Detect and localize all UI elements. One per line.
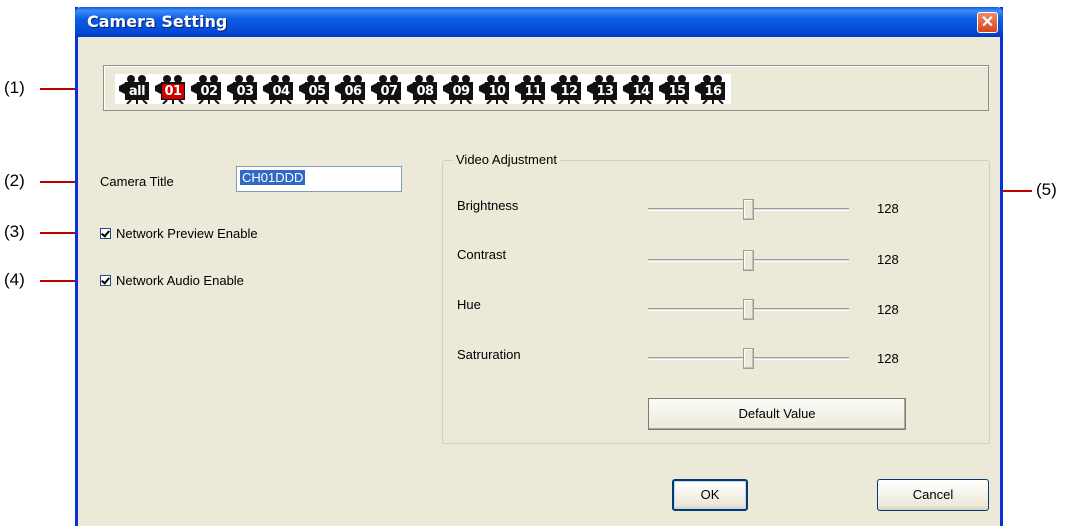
camera-button-13[interactable]: 13 xyxy=(585,74,621,104)
camera-title-label: Camera Title xyxy=(100,174,174,189)
camera-number: 10 xyxy=(486,84,508,99)
hue-value: 128 xyxy=(877,302,899,317)
camera-number: 16 xyxy=(702,84,724,99)
camera-number: 14 xyxy=(630,84,652,99)
camera-button-16[interactable]: 16 xyxy=(693,74,729,104)
camera-button-11[interactable]: 11 xyxy=(513,74,549,104)
camera-button-01[interactable]: 01 xyxy=(153,74,189,104)
camera-button-14[interactable]: 14 xyxy=(621,74,657,104)
camera-button-02[interactable]: 02 xyxy=(189,74,225,104)
contrast-slider-thumb[interactable] xyxy=(743,250,754,271)
network-audio-checkbox[interactable] xyxy=(100,275,111,286)
camera-number: 03 xyxy=(234,84,256,99)
network-preview-checkbox[interactable] xyxy=(100,228,111,239)
brightness-label: Brightness xyxy=(457,198,519,213)
camera-button-12[interactable]: 12 xyxy=(549,74,585,104)
network-preview-label: Network Preview Enable xyxy=(116,226,258,241)
camera-button-08[interactable]: 08 xyxy=(405,74,441,104)
hue-slider-thumb[interactable] xyxy=(743,299,754,320)
brightness-slider-thumb[interactable] xyxy=(743,199,754,220)
brightness-value: 128 xyxy=(877,201,899,216)
title-bar[interactable]: Camera Setting ✕ xyxy=(75,7,1003,37)
camera-button-all[interactable]: all xyxy=(117,74,153,104)
camera-number: 01 xyxy=(162,84,184,99)
camera-number: 08 xyxy=(414,84,436,99)
close-button[interactable]: ✕ xyxy=(977,12,998,33)
camera-number: 02 xyxy=(198,84,220,99)
camera-button-06[interactable]: 06 xyxy=(333,74,369,104)
camera-button-09[interactable]: 09 xyxy=(441,74,477,104)
camera-number: 09 xyxy=(450,84,472,99)
cancel-button[interactable]: Cancel xyxy=(877,479,989,511)
camera-button-05[interactable]: 05 xyxy=(297,74,333,104)
camera-number: 07 xyxy=(378,84,400,99)
camera-number: 13 xyxy=(594,84,616,99)
contrast-value: 128 xyxy=(877,252,899,267)
hue-label: Hue xyxy=(457,297,481,312)
network-audio-checkbox-row[interactable]: Network Audio Enable xyxy=(100,273,244,288)
callout-4: (4) xyxy=(4,270,25,289)
camera-number: 15 xyxy=(666,84,688,99)
camera-selector-panel: all 01 02 03 04 05 06 07 08 09 10 11 12 13 14 15 16 xyxy=(103,65,989,111)
video-adjustment-group: Video Adjustment Brightness 128 Contrast… xyxy=(442,152,990,444)
window-title: Camera Setting xyxy=(87,12,228,31)
saturation-value: 128 xyxy=(877,351,899,366)
callout-5: (5) xyxy=(1036,180,1057,199)
camera-setting-dialog: Camera Setting ✕ all 01 02 03 04 05 06 07 08 09 10… xyxy=(75,7,1003,526)
camera-button-15[interactable]: 15 xyxy=(657,74,693,104)
camera-title-input[interactable]: CH01DDD xyxy=(236,166,402,192)
callout-2: (2) xyxy=(4,171,25,190)
camera-number: 06 xyxy=(342,84,364,99)
saturation-label: Satruration xyxy=(457,347,521,362)
camera-button-04[interactable]: 04 xyxy=(261,74,297,104)
camera-list: all 01 02 03 04 05 06 07 08 09 10 11 12 13 14 15 16 xyxy=(115,74,731,104)
default-value-button[interactable]: Default Value xyxy=(648,398,906,430)
callout-1: (1) xyxy=(4,78,25,97)
camera-number: 04 xyxy=(270,84,292,99)
network-audio-label: Network Audio Enable xyxy=(116,273,244,288)
camera-number: 11 xyxy=(522,84,544,99)
ok-button[interactable]: OK xyxy=(672,479,748,511)
network-preview-checkbox-row[interactable]: Network Preview Enable xyxy=(100,226,258,241)
contrast-label: Contrast xyxy=(457,247,507,262)
camera-button-07[interactable]: 07 xyxy=(369,74,405,104)
camera-button-03[interactable]: 03 xyxy=(225,74,261,104)
camera-title-value: CH01DDD xyxy=(240,170,306,185)
camera-button-10[interactable]: 10 xyxy=(477,74,513,104)
saturation-slider-thumb[interactable] xyxy=(743,348,754,369)
camera-number: 12 xyxy=(558,84,580,99)
camera-number: 05 xyxy=(306,84,328,99)
camera-number: all xyxy=(126,84,148,99)
callout-3: (3) xyxy=(4,222,25,241)
video-adjustment-title: Video Adjustment xyxy=(453,152,560,167)
